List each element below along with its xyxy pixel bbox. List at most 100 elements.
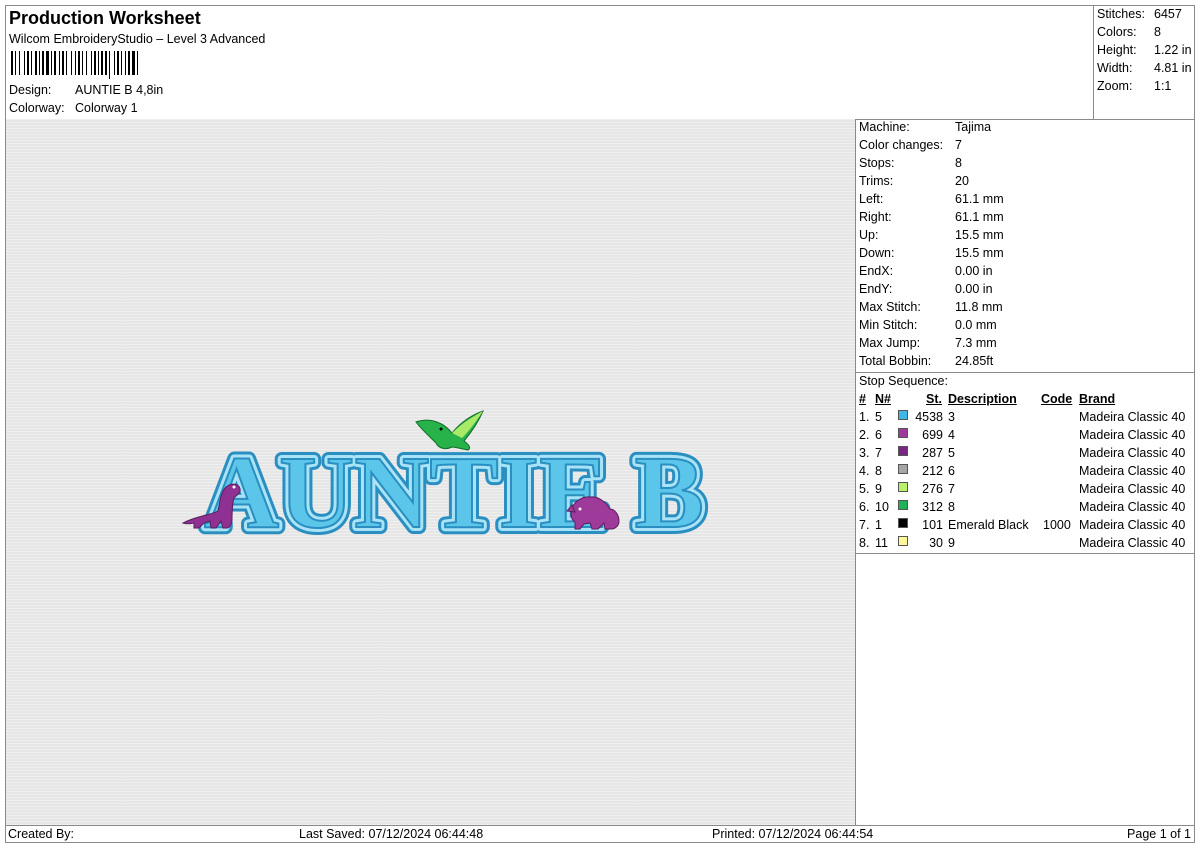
thread-description: 9	[948, 536, 955, 550]
created-by: Created By:	[8, 827, 75, 841]
machine-info-label: Total Bobbin:	[859, 354, 932, 368]
stop-sequence: Stop Sequence: # N# St. Description Code…	[856, 372, 1194, 554]
machine-info-row: EndX: 0.00 in	[859, 264, 993, 278]
summary-stitches: Stitches: 6457	[1097, 7, 1182, 21]
stop-number: 4.	[859, 464, 870, 478]
machine-info-row: Color changes: 7	[859, 138, 962, 152]
machine-info-label: Machine:	[859, 120, 910, 134]
stop-sequence-row: 1. 5 4538 3 Madeira Classic 40	[856, 410, 1194, 428]
thread-brand: Madeira Classic 40	[1079, 536, 1186, 550]
page-title: Production Worksheet	[9, 8, 201, 28]
col-description: Description	[948, 392, 1017, 406]
machine-info-row: Down: 15.5 mm	[859, 246, 1004, 260]
stop-number: 2.	[859, 428, 870, 442]
machine-info-row: Machine: Tajima	[859, 120, 991, 134]
needle-number: 9	[875, 482, 882, 496]
summary-height: Height: 1.22 in	[1097, 43, 1192, 57]
thread-brand: Madeira Classic 40	[1079, 428, 1186, 442]
stop-sequence-row: 6. 10 312 8 Madeira Classic 40	[856, 500, 1194, 518]
machine-info-value: 61.1 mm	[955, 192, 1004, 206]
machine-info-value: 24.85ft	[955, 354, 994, 368]
colorway-row: Colorway: Colorway 1	[9, 101, 138, 115]
col-num: #	[859, 392, 866, 406]
color-swatch	[898, 464, 908, 474]
needle-number: 7	[875, 446, 882, 460]
col-code: Code	[1041, 392, 1073, 406]
thread-description: 5	[948, 446, 955, 460]
needle-number: 10	[875, 500, 889, 514]
software-name: Wilcom EmbroideryStudio – Level 3 Advanc…	[9, 32, 266, 46]
color-swatch	[898, 518, 908, 528]
machine-info-value: 15.5 mm	[955, 228, 1004, 242]
color-swatch	[898, 428, 908, 438]
summary-zoom: Zoom: 1:1	[1097, 79, 1172, 93]
stop-number: 6.	[859, 500, 870, 514]
thread-description: 3	[948, 410, 955, 424]
machine-info-label: Color changes:	[859, 138, 944, 152]
stitch-count: 30	[929, 536, 943, 550]
thread-brand: Madeira Classic 40	[1079, 482, 1186, 496]
stop-sequence-row: 3. 7 287 5 Madeira Classic 40	[856, 446, 1194, 464]
machine-info-label: Max Jump:	[859, 336, 921, 350]
stitch-count: 699	[922, 428, 943, 442]
needle-number: 1	[875, 518, 882, 532]
machine-info-label: Trims:	[859, 174, 894, 188]
color-swatch	[898, 500, 908, 510]
machine-info-value: 20	[955, 174, 969, 188]
machine-info-panel: Machine: Tajima Color changes: 7 Stops: 8 Trim…	[856, 119, 1194, 825]
stop-sequence-row: 8. 11 30 9 Madeira Classic 40	[856, 536, 1194, 554]
machine-info-row: Min Stitch: 0.0 mm	[859, 318, 997, 332]
needle-number: 8	[875, 464, 882, 478]
thread-description: 7	[948, 482, 955, 496]
machine-info-value: 11.8 mm	[955, 300, 1003, 314]
needle-number: 6	[875, 428, 882, 442]
stop-number: 8.	[859, 536, 870, 550]
stop-sequence-row: 2. 6 699 4 Madeira Classic 40	[856, 428, 1194, 446]
summary-width: Width: 4.81 in	[1097, 61, 1192, 75]
stitch-count: 212	[922, 464, 943, 478]
barcode	[11, 51, 138, 79]
machine-info-label: Right:	[859, 210, 892, 224]
machine-info-row: Right: 61.1 mm	[859, 210, 1004, 224]
page-number: Page 1 of 1	[1127, 827, 1191, 841]
machine-info-row: Up: 15.5 mm	[859, 228, 1004, 242]
machine-info-value: 0.0 mm	[955, 318, 997, 332]
machine-info-row: Total Bobbin: 24.85ft	[859, 354, 993, 368]
machine-info-label: Min Stitch:	[859, 318, 918, 332]
last-saved: Last Saved: 07/12/2024 06:44:48	[299, 827, 484, 841]
machine-info-row: Max Stitch: 11.8 mm	[859, 300, 1003, 314]
machine-info-label: Max Stitch:	[859, 300, 921, 314]
machine-info-label: Left:	[859, 192, 884, 206]
thread-brand: Madeira Classic 40	[1079, 410, 1186, 424]
thread-description: 6	[948, 464, 955, 478]
thread-brand: Madeira Classic 40	[1079, 518, 1186, 532]
machine-info-label: EndY:	[859, 282, 893, 296]
stop-sequence-row: 5. 9 276 7 Madeira Classic 40	[856, 482, 1194, 500]
machine-info-row: Left: 61.1 mm	[859, 192, 1004, 206]
machine-info-label: Stops:	[859, 156, 895, 170]
color-swatch	[898, 536, 908, 546]
stop-sequence-row: 4. 8 212 6 Madeira Classic 40	[856, 464, 1194, 482]
worksheet-header: Production Worksheet Wilcom EmbroiderySt…	[6, 6, 1094, 120]
machine-info-value: 0.00 in	[955, 264, 993, 278]
machine-info-row: Trims: 20	[859, 174, 969, 188]
design-row: Design: AUNTIE B 4,8in	[9, 83, 163, 97]
stop-number: 1.	[859, 410, 870, 424]
machine-info-row: Max Jump: 7.3 mm	[859, 336, 997, 350]
design-preview: AUNTIE B AUNTIE B AUNTIE B	[6, 119, 856, 825]
design-value: AUNTIE B 4,8in	[75, 83, 164, 97]
stop-sequence-header: # N# St. Description Code Brand	[856, 392, 1194, 410]
stitch-count: 276	[922, 482, 943, 496]
col-stitches: St.	[926, 392, 942, 406]
thread-brand: Madeira Classic 40	[1079, 464, 1186, 478]
stop-sequence-row: 7. 1 101 Emerald Black 1000 Madeira Classic 4…	[856, 518, 1194, 536]
colorway-value: Colorway 1	[75, 101, 138, 115]
machine-info-label: EndX:	[859, 264, 894, 278]
printed-date: Printed: 07/12/2024 06:44:54	[712, 827, 874, 841]
worksheet-footer: Created By: Last Saved: 07/12/2024 06:44…	[6, 825, 1194, 843]
embroidery-render: AUNTIE B AUNTIE B AUNTIE B	[181, 410, 711, 557]
machine-info-row: Stops: 8	[859, 156, 962, 170]
color-swatch	[898, 410, 908, 420]
col-needle: N#	[875, 392, 891, 406]
needle-number: 5	[875, 410, 882, 424]
